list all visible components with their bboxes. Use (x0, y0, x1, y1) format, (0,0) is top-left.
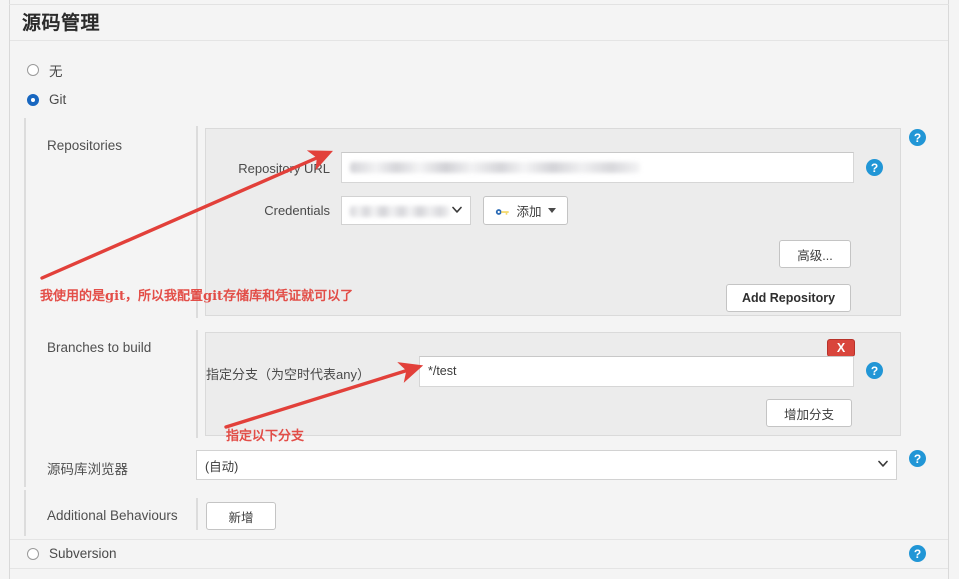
branch-specifier-value: */test (428, 364, 457, 379)
annotation-text-branch: 指定以下分支 (226, 429, 305, 444)
radio-none-mark[interactable] (27, 64, 39, 76)
caret-down-icon (547, 208, 556, 213)
repository-url-input[interactable] (341, 152, 854, 183)
subversion-divider (10, 568, 948, 569)
credentials-select[interactable] (341, 196, 471, 225)
add-repository-button[interactable]: Add Repository (726, 284, 851, 312)
branches-inner-rule (196, 330, 198, 438)
scm-configuration-page: 源码管理 无 Git Repositories ? Repository URL… (0, 0, 959, 579)
repository-browser-help-icon[interactable]: ? (909, 450, 926, 467)
radio-subversion-mark[interactable] (27, 547, 39, 560)
subversion-help-icon[interactable]: ? (909, 545, 926, 562)
chevron-down-icon (452, 206, 462, 215)
branch-specifier-label: 指定分支（为空时代表any） (206, 367, 370, 382)
repository-url-label: Repository URL (238, 161, 330, 176)
additional-behaviours-label: Additional Behaviours (47, 508, 178, 523)
repository-url-help-icon[interactable]: ? (866, 159, 883, 176)
page-right-rule (948, 0, 949, 579)
scm-option-none[interactable]: 无 (27, 60, 63, 80)
delete-branch-button[interactable]: X (827, 339, 855, 357)
add-behaviour-button[interactable]: 新增 (206, 502, 276, 530)
browser-section-label: 源码库浏览器 (47, 462, 128, 477)
page-left-rule (9, 0, 10, 579)
add-branch-button-label: 增加分支 (783, 407, 834, 422)
branches-section-label: Branches to build (47, 340, 152, 355)
key-icon (495, 206, 510, 216)
repositories-section-label: Repositories (47, 138, 123, 153)
add-behaviour-button-label: 新增 (228, 510, 254, 525)
scm-option-git[interactable]: Git (27, 92, 66, 107)
page-top-rule (9, 4, 949, 5)
scm-option-subversion-label: Subversion (49, 546, 117, 561)
scm-option-git-label: Git (49, 92, 67, 107)
behaviours-block-left-rule (24, 490, 26, 536)
repository-url-redacted-value (350, 162, 640, 173)
advanced-button[interactable]: 高级... (779, 240, 851, 268)
page-title: 源码管理 (22, 13, 101, 34)
chevron-down-icon-browser (878, 460, 888, 470)
repository-browser-select[interactable]: (自动) (196, 450, 897, 480)
credentials-redacted-value (350, 206, 450, 217)
scm-option-subversion[interactable]: Subversion (27, 546, 117, 561)
annotation-text-git: 我使用的是git，所以我配置git存储库和凭证就可以了 (40, 289, 354, 304)
branch-help-icon[interactable]: ? (866, 362, 883, 379)
radio-git-mark[interactable] (27, 93, 39, 106)
title-divider (10, 40, 948, 41)
branches-block-left-rule (24, 325, 26, 445)
scm-option-none-label: 无 (49, 64, 63, 79)
browser-block-left-rule (24, 445, 26, 487)
repository-browser-selected: (自动) (205, 459, 239, 474)
credentials-label: Credentials (264, 203, 330, 218)
add-repository-button-label: Add Repository (741, 291, 836, 305)
git-block-left-rule (24, 118, 26, 325)
repositories-help-icon[interactable]: ? (909, 129, 926, 146)
add-credentials-button-label: 添加 (516, 205, 542, 219)
branch-specifier-input[interactable]: */test (419, 356, 854, 387)
behaviours-inner-rule (196, 498, 198, 530)
add-branch-button[interactable]: 增加分支 (766, 399, 852, 427)
behaviours-divider (10, 539, 948, 540)
add-credentials-button[interactable]: 添加 (483, 196, 568, 225)
advanced-button-label: 高级... (797, 248, 833, 263)
